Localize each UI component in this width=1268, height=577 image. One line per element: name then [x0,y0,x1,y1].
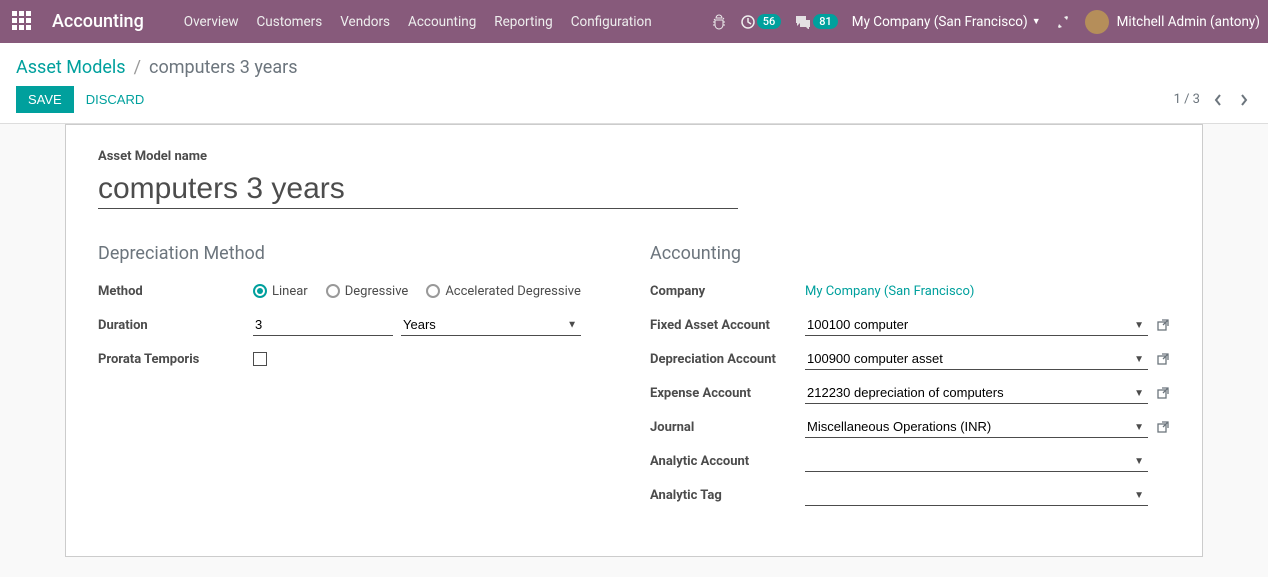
label-analytic-tag: Analytic Tag [650,488,805,503]
bug-icon[interactable] [711,14,727,30]
col-depreciation: Depreciation Method Method Linear Degres… [98,243,618,516]
label-depreciation-account: Depreciation Account [650,352,805,367]
radio-accelerated[interactable]: Accelerated Degressive [426,284,581,299]
pager: 1 / 3 [1174,90,1252,110]
label-journal: Journal [650,420,805,435]
title-label: Asset Model name [98,149,1170,164]
form-area: Asset Model name Depreciation Method Met… [0,124,1268,577]
menu-configuration[interactable]: Configuration [571,14,652,30]
radio-icon [426,284,440,298]
company-link[interactable]: My Company (San Francisco) [805,284,974,299]
radio-degressive[interactable]: Degressive [326,284,409,299]
analytic-account-input[interactable] [805,450,1148,472]
pager-next[interactable] [1236,90,1252,110]
section-accounting: Accounting [650,243,1170,264]
prorata-checkbox[interactable] [253,352,267,366]
fixed-asset-account-input[interactable] [805,314,1148,336]
col-accounting: Accounting Company My Company (San Franc… [650,243,1170,516]
expense-account-input[interactable] [805,382,1148,404]
save-button[interactable]: SAVE [16,86,74,113]
control-panel: Asset Models / computers 3 years SAVE DI… [0,43,1268,124]
breadcrumb-parent[interactable]: Asset Models [16,57,126,78]
nav-menu: Overview Customers Vendors Accounting Re… [184,14,652,30]
avatar [1085,10,1109,34]
messages-icon[interactable]: 81 [795,14,838,29]
apps-icon[interactable] [12,11,34,33]
menu-overview[interactable]: Overview [184,14,239,30]
nav-right: 56 81 My Company (San Francisco) ▼ Mitch… [711,10,1260,34]
radio-icon [253,284,267,298]
external-link-icon[interactable] [1156,352,1170,366]
analytic-tag-input[interactable] [805,484,1148,506]
chevron-down-icon: ▼ [1032,16,1041,27]
label-prorata: Prorata Temporis [98,352,253,367]
radio-icon [326,284,340,298]
activity-icon[interactable]: 56 [741,14,782,29]
label-fixed-asset: Fixed Asset Account [650,318,805,333]
method-radio-group: Linear Degressive Accelerated Degressive [253,284,618,299]
label-analytic-account: Analytic Account [650,454,805,469]
breadcrumb-sep: / [134,57,141,78]
asset-name-input[interactable] [98,170,738,209]
form-sheet: Asset Model name Depreciation Method Met… [65,124,1203,557]
messages-badge: 81 [813,14,838,29]
menu-reporting[interactable]: Reporting [494,14,552,30]
company-name: My Company (San Francisco) [852,14,1028,30]
company-selector[interactable]: My Company (San Francisco) ▼ [852,14,1041,30]
user-menu[interactable]: Mitchell Admin (antony) [1085,10,1260,34]
activity-badge: 56 [757,14,782,29]
journal-input[interactable] [805,416,1148,438]
external-link-icon[interactable] [1156,420,1170,434]
pager-prev[interactable] [1210,90,1226,110]
discard-button[interactable]: DISCARD [86,92,145,107]
label-expense-account: Expense Account [650,386,805,401]
menu-customers[interactable]: Customers [257,14,323,30]
menu-accounting[interactable]: Accounting [408,14,476,30]
section-depreciation: Depreciation Method [98,243,618,264]
menu-vendors[interactable]: Vendors [340,14,390,30]
label-duration: Duration [98,318,253,333]
depreciation-account-input[interactable] [805,348,1148,370]
top-navbar: Accounting Overview Customers Vendors Ac… [0,0,1268,43]
user-name: Mitchell Admin (antony) [1117,14,1260,30]
debug-tools-icon[interactable] [1055,14,1071,30]
label-method: Method [98,284,253,299]
pager-text[interactable]: 1 / 3 [1174,92,1200,107]
duration-input[interactable] [253,314,393,336]
breadcrumb-current: computers 3 years [149,57,298,78]
duration-unit-select[interactable] [401,314,581,336]
external-link-icon[interactable] [1156,318,1170,332]
external-link-icon[interactable] [1156,386,1170,400]
label-company: Company [650,284,805,299]
breadcrumb: Asset Models / computers 3 years [16,57,298,78]
app-brand[interactable]: Accounting [52,11,144,32]
radio-linear[interactable]: Linear [253,284,308,299]
